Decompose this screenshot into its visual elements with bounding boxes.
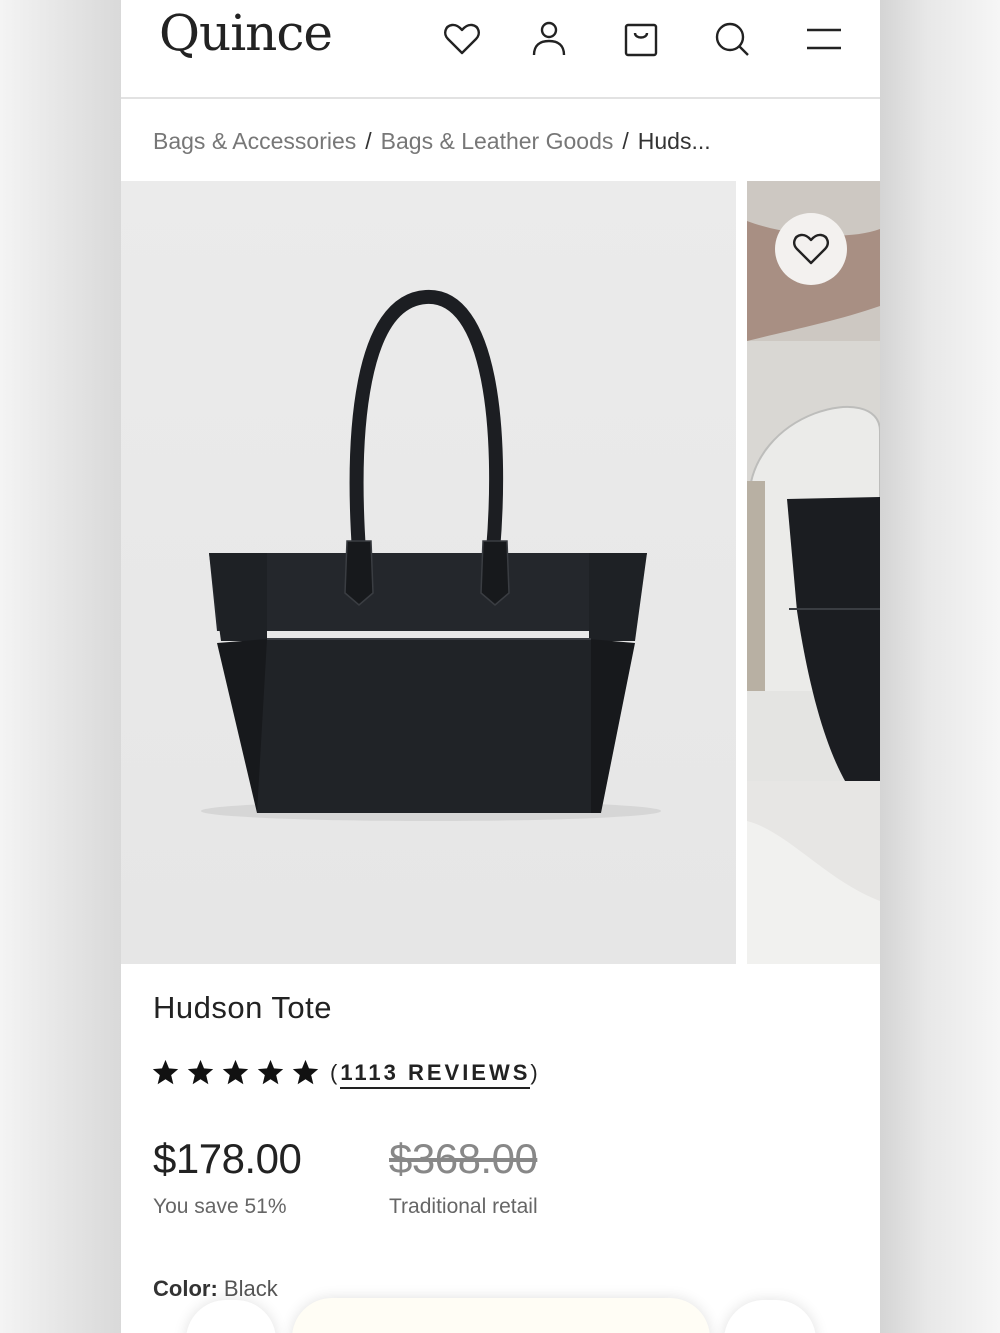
- product-image-main[interactable]: [121, 181, 736, 964]
- product-title: Hudson Tote: [153, 990, 332, 1025]
- star-icon: [292, 1059, 319, 1085]
- product-page: Quince Bags & Accessories / Bags & Leath…: [121, 0, 880, 1333]
- account-icon: [532, 21, 566, 56]
- wishlist-button[interactable]: [441, 18, 483, 60]
- product-gallery[interactable]: [121, 181, 880, 964]
- tote-bag-image: [201, 289, 661, 821]
- reviews-link[interactable]: (1113 REVIEWS): [330, 1059, 541, 1089]
- star-icon: [222, 1059, 249, 1085]
- retail-label: Traditional retail: [389, 1195, 538, 1218]
- reviews-count[interactable]: 1113 REVIEWS: [340, 1059, 531, 1089]
- search-icon: [715, 22, 749, 56]
- breadcrumb-link[interactable]: Bags & Leather Goods: [381, 128, 614, 155]
- quince-logo[interactable]: Quince: [159, 4, 333, 62]
- sale-price: $178.00: [153, 1135, 302, 1182]
- search-button[interactable]: [711, 18, 753, 60]
- color-selector-label: Color: Black: [153, 1276, 278, 1302]
- cart-button[interactable]: [620, 18, 662, 60]
- savings-text: You save 51%: [153, 1195, 287, 1218]
- retail-price: $368.00: [389, 1135, 538, 1182]
- product-image-lifestyle[interactable]: [747, 181, 880, 964]
- reviews-close-paren: ): [530, 1059, 541, 1085]
- product-rating: (1113 REVIEWS): [151, 1058, 541, 1089]
- blurred-backdrop-right: [880, 0, 1000, 1333]
- heart-icon: [793, 233, 829, 265]
- heart-icon: [444, 23, 480, 55]
- browser-toolbar[interactable]: [292, 1298, 710, 1333]
- blurred-backdrop-left: [0, 0, 121, 1333]
- menu-button[interactable]: [803, 18, 845, 60]
- site-header: Quince: [121, 0, 880, 99]
- star-icon: [187, 1059, 214, 1085]
- color-label: Color:: [153, 1276, 218, 1301]
- reviews-open-paren: (: [330, 1059, 341, 1085]
- account-button[interactable]: [528, 18, 570, 60]
- breadcrumb-separator: /: [622, 127, 629, 154]
- lifestyle-photo: [747, 181, 880, 964]
- star-icon: [152, 1059, 179, 1085]
- breadcrumb: Bags & Accessories / Bags & Leather Good…: [153, 124, 711, 158]
- breadcrumb-link[interactable]: Bags & Accessories: [153, 128, 356, 155]
- color-value: Black: [223, 1276, 278, 1301]
- menu-icon: [807, 28, 841, 50]
- add-to-wishlist-button[interactable]: [775, 213, 847, 285]
- star-rating: [151, 1058, 320, 1087]
- star-icon: [257, 1059, 284, 1085]
- breadcrumb-current: Huds...: [637, 127, 711, 154]
- breadcrumb-separator: /: [365, 127, 372, 154]
- shopping-bag-icon: [624, 23, 658, 57]
